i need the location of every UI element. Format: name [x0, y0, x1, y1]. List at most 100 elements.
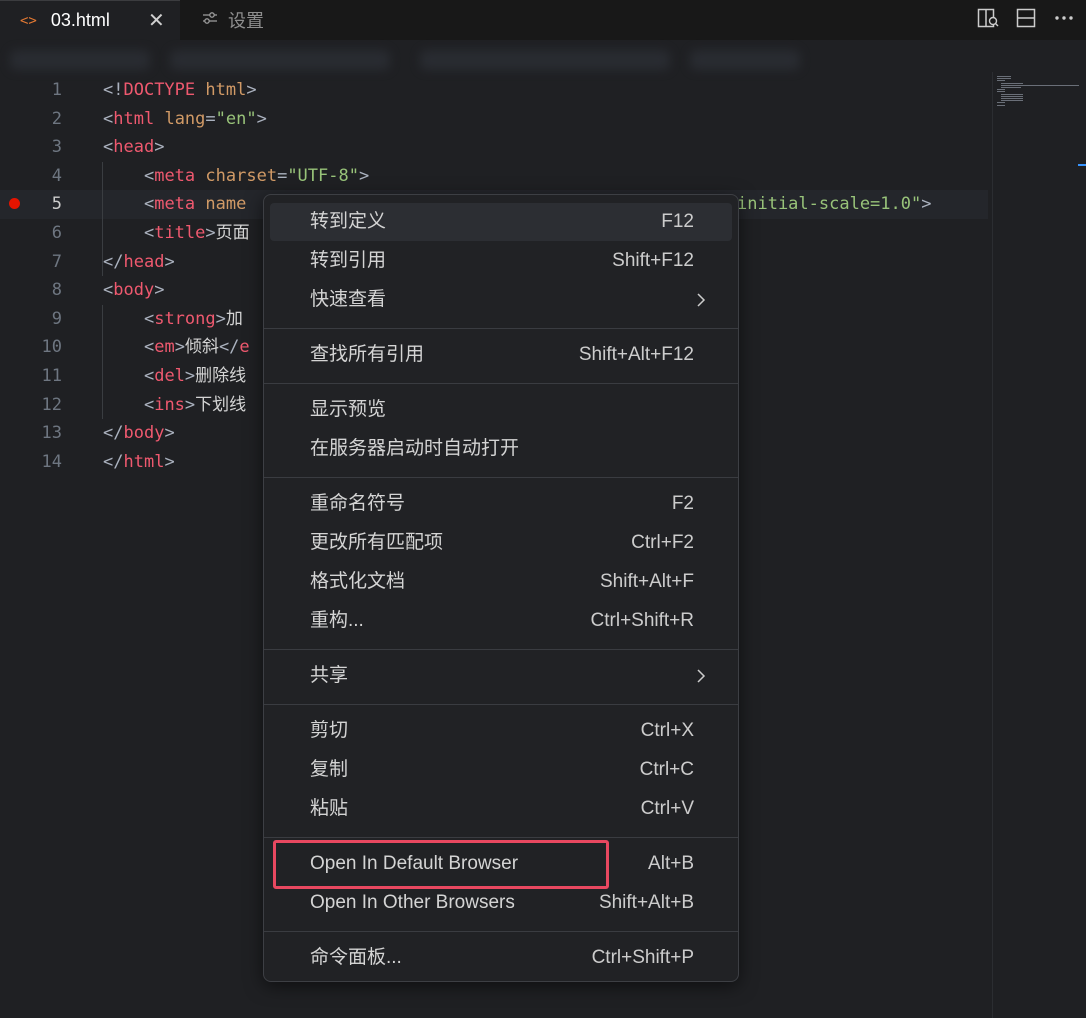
code-text: <head>	[103, 133, 164, 162]
code-text: <meta charset="UTF-8">	[103, 162, 369, 191]
tab-settings[interactable]: 设置	[180, 0, 300, 40]
close-icon[interactable]: ✕	[148, 8, 165, 33]
menu-item[interactable]: 重命名符号 F2	[270, 485, 732, 523]
split-editor-icon[interactable]	[976, 6, 1000, 30]
code-token: </	[218, 337, 240, 358]
chevron-right-icon	[694, 293, 708, 307]
code-text: </body>	[103, 419, 175, 448]
minimap-line	[997, 78, 1011, 80]
tab-03-html[interactable]: <> 03.html ✕	[0, 0, 180, 40]
menu-item-label: 粘贴	[310, 798, 349, 819]
menu-item-label: 重构...	[310, 610, 364, 631]
menu-item[interactable]: 转到定义 F12	[270, 203, 732, 241]
chevron-right-icon	[694, 669, 708, 683]
toggle-panel-icon[interactable]	[1014, 6, 1038, 30]
breadcrumb-segment	[690, 50, 800, 70]
menu-item[interactable]: 更改所有匹配项 Ctrl+F2	[270, 524, 732, 562]
menu-item[interactable]: 剪切 Ctrl+X	[270, 712, 732, 750]
code-line[interactable]: 1 <!DOCTYPE html>	[0, 76, 988, 105]
menu-item[interactable]: 格式化文档 Shift+Alt+F	[270, 563, 732, 601]
code-token: 倾斜	[184, 337, 219, 358]
menu-item[interactable]: 命令面板... Ctrl+Shift+P	[270, 939, 732, 977]
menu-separator	[264, 649, 738, 650]
code-token: <	[143, 308, 155, 329]
code-token: </	[103, 251, 124, 272]
menu-item-label: 在服务器启动时自动打开	[310, 438, 520, 459]
line-number: 3	[51, 137, 62, 158]
menu-item-shortcut: Shift+Alt+F	[600, 571, 694, 592]
code-token: lang	[164, 108, 206, 129]
line-number: 11	[41, 366, 62, 386]
code-text: <html lang="en">	[103, 105, 267, 134]
menu-item-label: 共享	[310, 665, 349, 686]
code-token: <	[143, 223, 155, 243]
code-line[interactable]: 4 <meta charset="UTF-8">	[0, 162, 988, 191]
menu-item-label: 转到定义	[310, 211, 387, 232]
code-line[interactable]: 3 <head>	[0, 133, 988, 162]
menu-item[interactable]: 快速查看	[270, 281, 732, 319]
menu-item-shortcut: Alt+B	[648, 853, 694, 874]
code-token: >	[164, 423, 175, 444]
menu-item-shortcut: Ctrl+X	[640, 720, 694, 741]
menu-item[interactable]: Open In Other Browsers Shift+Alt+B	[270, 884, 732, 922]
menu-separator	[264, 704, 738, 705]
code-token: </	[103, 451, 124, 472]
menu-item-shortcut: Shift+Alt+F12	[578, 344, 694, 365]
menu-item[interactable]: 复制 Ctrl+C	[270, 751, 732, 789]
line-number: 9	[51, 308, 62, 329]
code-text-tail: initial-scale=1.0">	[737, 190, 931, 219]
menu-item[interactable]: 重构... Ctrl+Shift+R	[270, 602, 732, 640]
tab-label: 设置	[228, 11, 264, 31]
menu-item-label: 重命名符号	[310, 493, 406, 514]
line-number: 7	[51, 251, 62, 272]
menu-item-shortcut: Ctrl+Shift+P	[591, 947, 694, 968]
code-token: body	[113, 280, 155, 301]
line-number: 14	[41, 451, 62, 472]
menu-item[interactable]: 粘贴 Ctrl+V	[270, 790, 732, 828]
more-actions-icon[interactable]	[1052, 6, 1076, 30]
menu-item[interactable]: 显示预览	[270, 391, 732, 429]
menu-item-label: 格式化文档	[310, 571, 406, 592]
menu-item[interactable]: 在服务器启动时自动打开	[270, 430, 732, 468]
code-token: html	[205, 80, 247, 100]
minimap-line	[1001, 95, 1023, 97]
code-token: meta	[154, 194, 196, 215]
menu-item-label: 快速查看	[310, 289, 387, 310]
menu-item[interactable]: 转到引用 Shift+F12	[270, 242, 732, 280]
line-number: 6	[51, 223, 62, 243]
menu-item-shortcut: Shift+F12	[612, 250, 694, 271]
menu-item[interactable]: 共享	[270, 657, 732, 695]
breakpoint-icon[interactable]	[9, 198, 20, 209]
minimap-line	[1001, 87, 1021, 88]
indent-guide	[102, 161, 103, 277]
menu-item-label: 转到引用	[310, 250, 387, 271]
code-token: >	[256, 108, 267, 129]
code-token: >	[154, 137, 165, 158]
minimap[interactable]	[992, 72, 1086, 1018]
minimap-line	[1001, 84, 1079, 86]
line-number: 2	[51, 108, 62, 129]
annotation-highlight-box	[273, 840, 609, 889]
code-text: <em>倾斜</e	[103, 333, 250, 362]
code-text: <strong>加	[103, 305, 243, 334]
code-token: e	[239, 337, 250, 358]
menu-item[interactable]: 查找所有引用 Shift+Alt+F12	[270, 336, 732, 374]
minimap-line	[997, 91, 1005, 93]
code-line[interactable]: 2 <html lang="en">	[0, 105, 988, 134]
code-token: <	[103, 280, 114, 301]
menu-separator	[264, 328, 738, 329]
code-token: >	[164, 451, 175, 472]
code-text: <body>	[103, 276, 164, 305]
code-token: del	[154, 366, 185, 386]
menu-item-label: Open In Other Browsers	[310, 892, 515, 913]
code-text: <del>删除线	[103, 362, 246, 391]
code-token: "UTF-8"	[287, 165, 359, 186]
menu-item-label: 剪切	[310, 720, 349, 741]
code-token: </	[103, 423, 124, 444]
code-token: initial-scale=1.0"	[737, 194, 922, 215]
